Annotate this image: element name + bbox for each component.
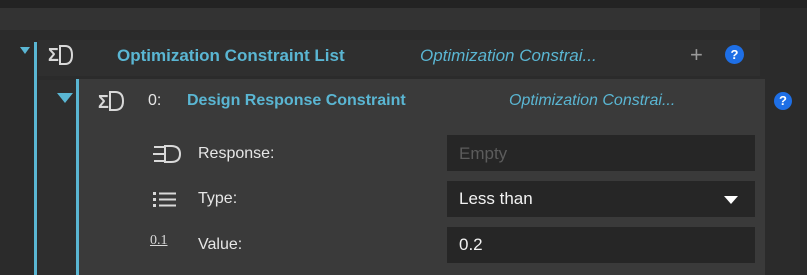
value-label: Value: xyxy=(198,236,243,253)
type-label: Type: xyxy=(198,190,238,207)
response-field[interactable]: Empty xyxy=(447,135,755,171)
expand-caret-icon[interactable] xyxy=(57,93,73,103)
constraint-item-type: Optimization Constrai... xyxy=(509,92,676,109)
expand-caret-icon[interactable] xyxy=(20,47,30,54)
svg-text:Σ: Σ xyxy=(98,92,109,112)
top-strip xyxy=(0,0,807,8)
constraint-item-icon: Σ xyxy=(98,88,130,119)
top-panel xyxy=(0,8,807,30)
list-icon xyxy=(152,190,178,213)
constraint-list-icon: Σ xyxy=(48,41,78,74)
help-icon[interactable]: ? xyxy=(725,45,744,64)
numeric-icon: 0.1 xyxy=(150,233,168,248)
constraint-list-type: Optimization Constrai... xyxy=(420,46,597,65)
right-gutter xyxy=(760,8,807,30)
response-placeholder: Empty xyxy=(459,144,508,163)
constraint-item-title[interactable]: Design Response Constraint xyxy=(187,92,406,110)
value-field[interactable]: 0.2 xyxy=(447,227,755,263)
response-icon xyxy=(151,143,183,170)
right-gutter-lower xyxy=(760,40,807,275)
type-selected-value: Less than xyxy=(459,189,533,208)
type-dropdown[interactable]: Less than xyxy=(447,181,755,217)
chevron-down-icon xyxy=(724,196,738,204)
value-input-text: 0.2 xyxy=(459,235,483,254)
help-icon[interactable]: ? xyxy=(774,92,792,110)
add-constraint-button[interactable]: + xyxy=(690,42,703,68)
tree-indent-line xyxy=(34,42,37,275)
indent-column xyxy=(38,80,76,275)
constraint-list-title[interactable]: Optimization Constraint List xyxy=(117,46,345,66)
response-label: Response: xyxy=(198,145,275,162)
svg-text:Σ: Σ xyxy=(48,45,59,65)
constraint-index: 0: xyxy=(148,92,162,109)
